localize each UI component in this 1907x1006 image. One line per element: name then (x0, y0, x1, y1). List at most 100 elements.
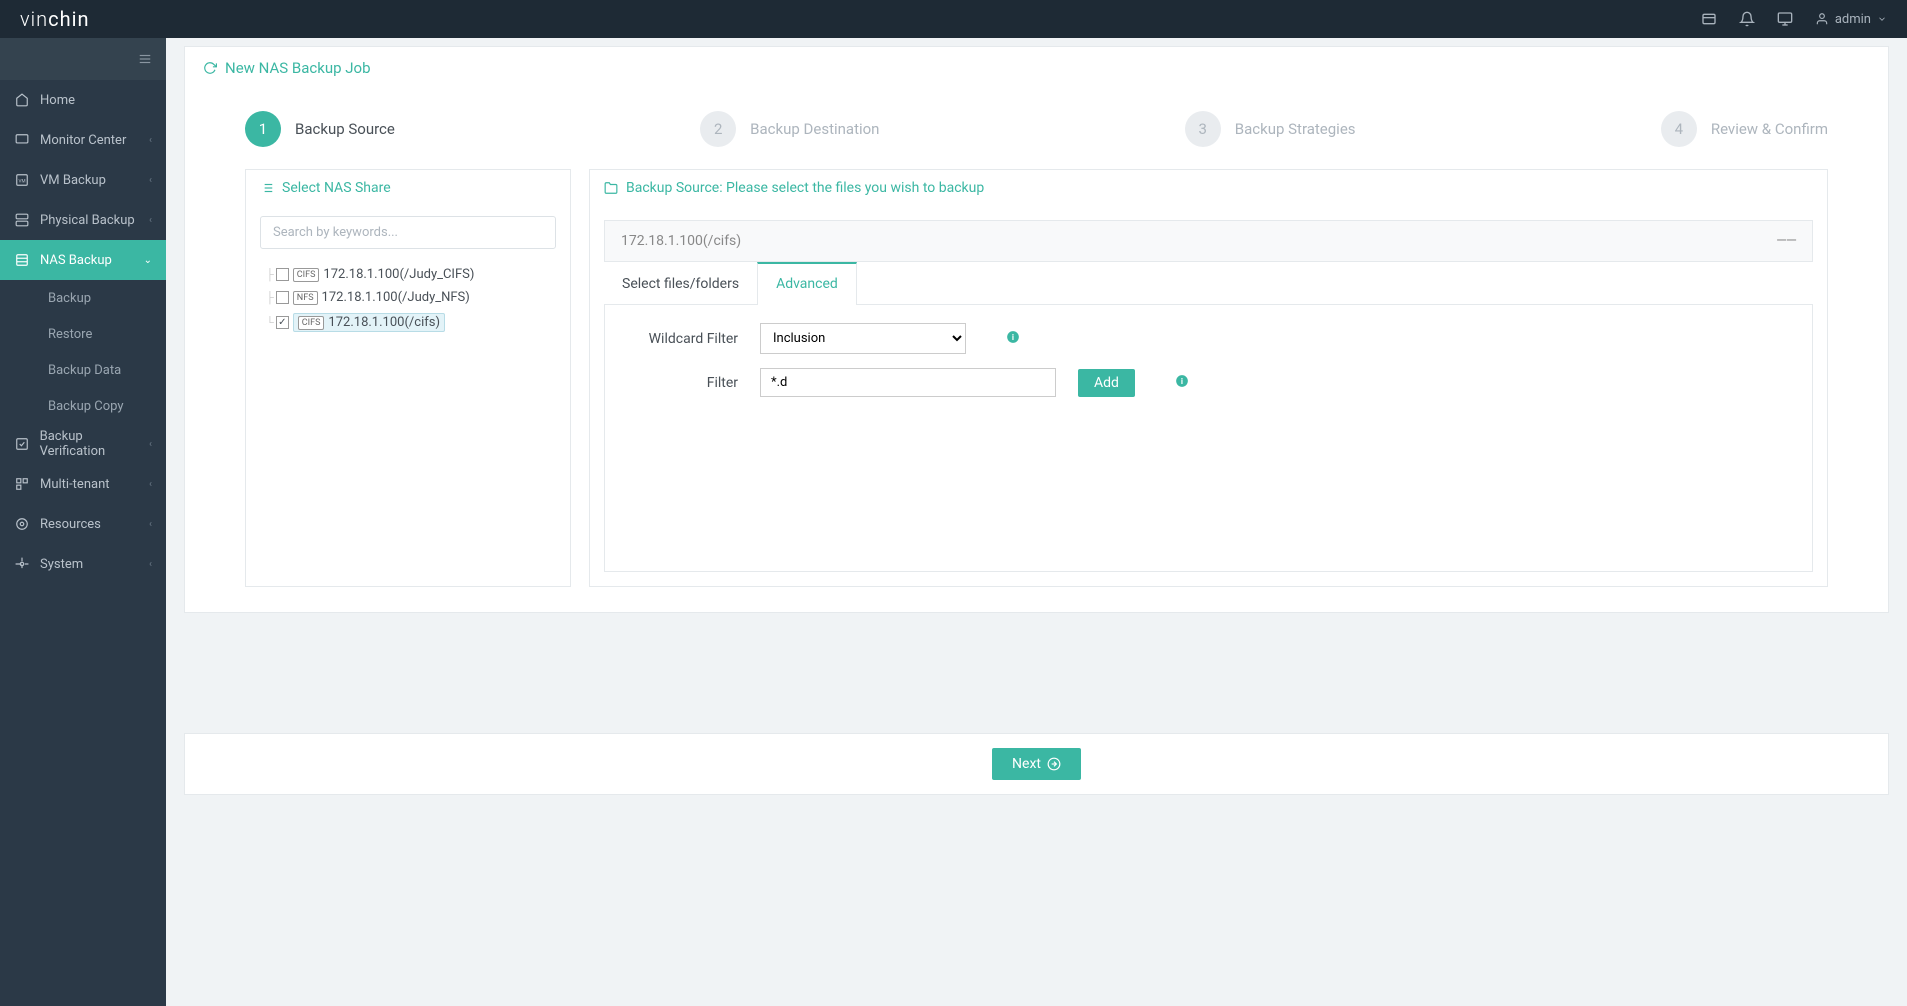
step-number: 1 (245, 111, 281, 147)
nav-multi-tenant[interactable]: Multi-tenant ‹ (0, 464, 166, 504)
topbar-right: admin (1701, 11, 1887, 27)
tab-select-files[interactable]: Select files/folders (604, 262, 757, 304)
nav-label: System (40, 557, 83, 572)
step-number: 2 (700, 111, 736, 147)
step-label: Backup Destination (750, 120, 879, 138)
tree-checkbox[interactable] (276, 268, 289, 281)
left-panel-title: Select NAS Share (282, 180, 391, 196)
step-label: Backup Strategies (1235, 120, 1356, 138)
page-title: New NAS Backup Job (225, 59, 371, 77)
tasks-icon[interactable] (1701, 11, 1717, 27)
footer-bar: Next (184, 733, 1889, 795)
nav-label: VM Backup (40, 173, 106, 188)
server-icon (14, 212, 30, 228)
nav-vm-backup[interactable]: VM VM Backup ‹ (0, 160, 166, 200)
main-card: New NAS Backup Job 1 Backup Source 2 Bac… (184, 46, 1889, 613)
tree-label: 172.18.1.100(/cifs) (328, 315, 440, 330)
wildcard-filter-select[interactable]: Inclusion (760, 323, 966, 354)
folder-icon (604, 181, 618, 195)
user-icon (1815, 12, 1829, 26)
chevron-left-icon: ‹ (149, 519, 152, 530)
nav-physical-backup[interactable]: Physical Backup ‹ (0, 200, 166, 240)
remove-source-button[interactable]: —— (1776, 233, 1796, 249)
nav-label: Multi-tenant (40, 477, 110, 492)
tenant-icon (14, 476, 30, 492)
nav-monitor[interactable]: Monitor Center ‹ (0, 120, 166, 160)
select-nas-share-panel: Select NAS Share ├ CIFS 172.18.1.100(/Ju… (245, 169, 571, 587)
svg-text:i: i (1181, 375, 1183, 385)
sub-backup[interactable]: Backup (0, 280, 166, 316)
step-review-confirm[interactable]: 4 Review & Confirm (1661, 111, 1828, 147)
monitor-icon[interactable] (1777, 11, 1793, 27)
nav-label: Backup Verification (40, 429, 149, 459)
step-number: 3 (1185, 111, 1221, 147)
user-label: admin (1835, 12, 1871, 27)
tree-connector-icon: └ (266, 316, 274, 329)
main: New NAS Backup Job 1 Backup Source 2 Bac… (166, 38, 1907, 1006)
sidebar-toggle[interactable] (0, 38, 166, 80)
tree-label: 172.18.1.100(/Judy_CIFS) (323, 267, 474, 282)
backup-source-panel: Backup Source: Please select the files y… (589, 169, 1828, 587)
tree-checkbox[interactable] (276, 291, 289, 304)
chevron-down-icon: ⌄ (144, 255, 152, 266)
bell-icon[interactable] (1739, 11, 1755, 27)
tree-item[interactable]: ├ CIFS 172.18.1.100(/Judy_CIFS) (260, 263, 556, 286)
left-panel-header: Select NAS Share (246, 170, 570, 206)
share-type-badge: NFS (293, 291, 318, 305)
nav-label: Physical Backup (40, 213, 135, 228)
step-label: Backup Source (295, 120, 395, 138)
source-label: 172.18.1.100(/cifs) (621, 233, 741, 249)
sub-backup-data[interactable]: Backup Data (0, 352, 166, 388)
tree-item[interactable]: ├ NFS 172.18.1.100(/Judy_NFS) (260, 286, 556, 309)
page-title-row: New NAS Backup Job (185, 47, 1888, 89)
vm-icon: VM (14, 172, 30, 188)
monitor-nav-icon (14, 132, 30, 148)
nas-icon (14, 252, 30, 268)
svg-text:VM: VM (18, 178, 25, 184)
chevron-left-icon: ‹ (149, 559, 152, 570)
step-backup-strategies[interactable]: 3 Backup Strategies (1185, 111, 1356, 147)
step-backup-destination[interactable]: 2 Backup Destination (700, 111, 879, 147)
tree-connector-icon: ├ (266, 268, 274, 281)
next-button[interactable]: Next (992, 748, 1081, 780)
home-icon (14, 92, 30, 108)
resources-icon (14, 516, 30, 532)
system-icon (14, 556, 30, 572)
nav-label: Resources (40, 517, 101, 532)
refresh-icon (203, 61, 217, 75)
nav-system[interactable]: System ‹ (0, 544, 166, 584)
advanced-tab-content: Wildcard Filter Inclusion i Filter Add (604, 305, 1813, 572)
chevron-left-icon: ‹ (149, 135, 152, 146)
tree-connector-icon: ├ (266, 291, 274, 304)
nav-resources[interactable]: Resources ‹ (0, 504, 166, 544)
step-number: 4 (1661, 111, 1697, 147)
menu-icon (136, 52, 154, 66)
filter-input[interactable] (760, 368, 1056, 397)
search-input[interactable] (260, 216, 556, 249)
user-menu[interactable]: admin (1815, 12, 1887, 27)
tree-item[interactable]: └ ✓ CIFS 172.18.1.100(/cifs) (260, 309, 556, 336)
sub-restore[interactable]: Restore (0, 316, 166, 352)
sub-backup-copy[interactable]: Backup Copy (0, 388, 166, 424)
info-icon[interactable]: i (1175, 374, 1189, 392)
step-backup-source[interactable]: 1 Backup Source (245, 111, 395, 147)
nav-label: Monitor Center (40, 133, 126, 148)
chevron-left-icon: ‹ (149, 439, 152, 450)
chevron-left-icon: ‹ (149, 479, 152, 490)
chevron-down-icon (1877, 14, 1887, 24)
info-icon[interactable]: i (1006, 330, 1020, 348)
tree-checkbox[interactable]: ✓ (276, 316, 289, 329)
tab-advanced[interactable]: Advanced (757, 262, 857, 305)
right-panel-title: Backup Source: Please select the files y… (626, 180, 984, 196)
sidebar: Home Monitor Center ‹ VM VM Backup ‹ Phy… (0, 38, 166, 1006)
chevron-left-icon: ‹ (149, 175, 152, 186)
verify-icon (14, 436, 30, 452)
svg-text:i: i (1012, 331, 1014, 341)
nav-nas-backup[interactable]: NAS Backup ⌄ (0, 240, 166, 280)
wizard-steps: 1 Backup Source 2 Backup Destination 3 B… (185, 89, 1888, 169)
right-panel-header: Backup Source: Please select the files y… (590, 170, 1827, 206)
nav-backup-verification[interactable]: Backup Verification ‹ (0, 424, 166, 464)
source-header: 172.18.1.100(/cifs) —— (604, 220, 1813, 262)
nav-home[interactable]: Home (0, 80, 166, 120)
add-button[interactable]: Add (1078, 369, 1135, 397)
